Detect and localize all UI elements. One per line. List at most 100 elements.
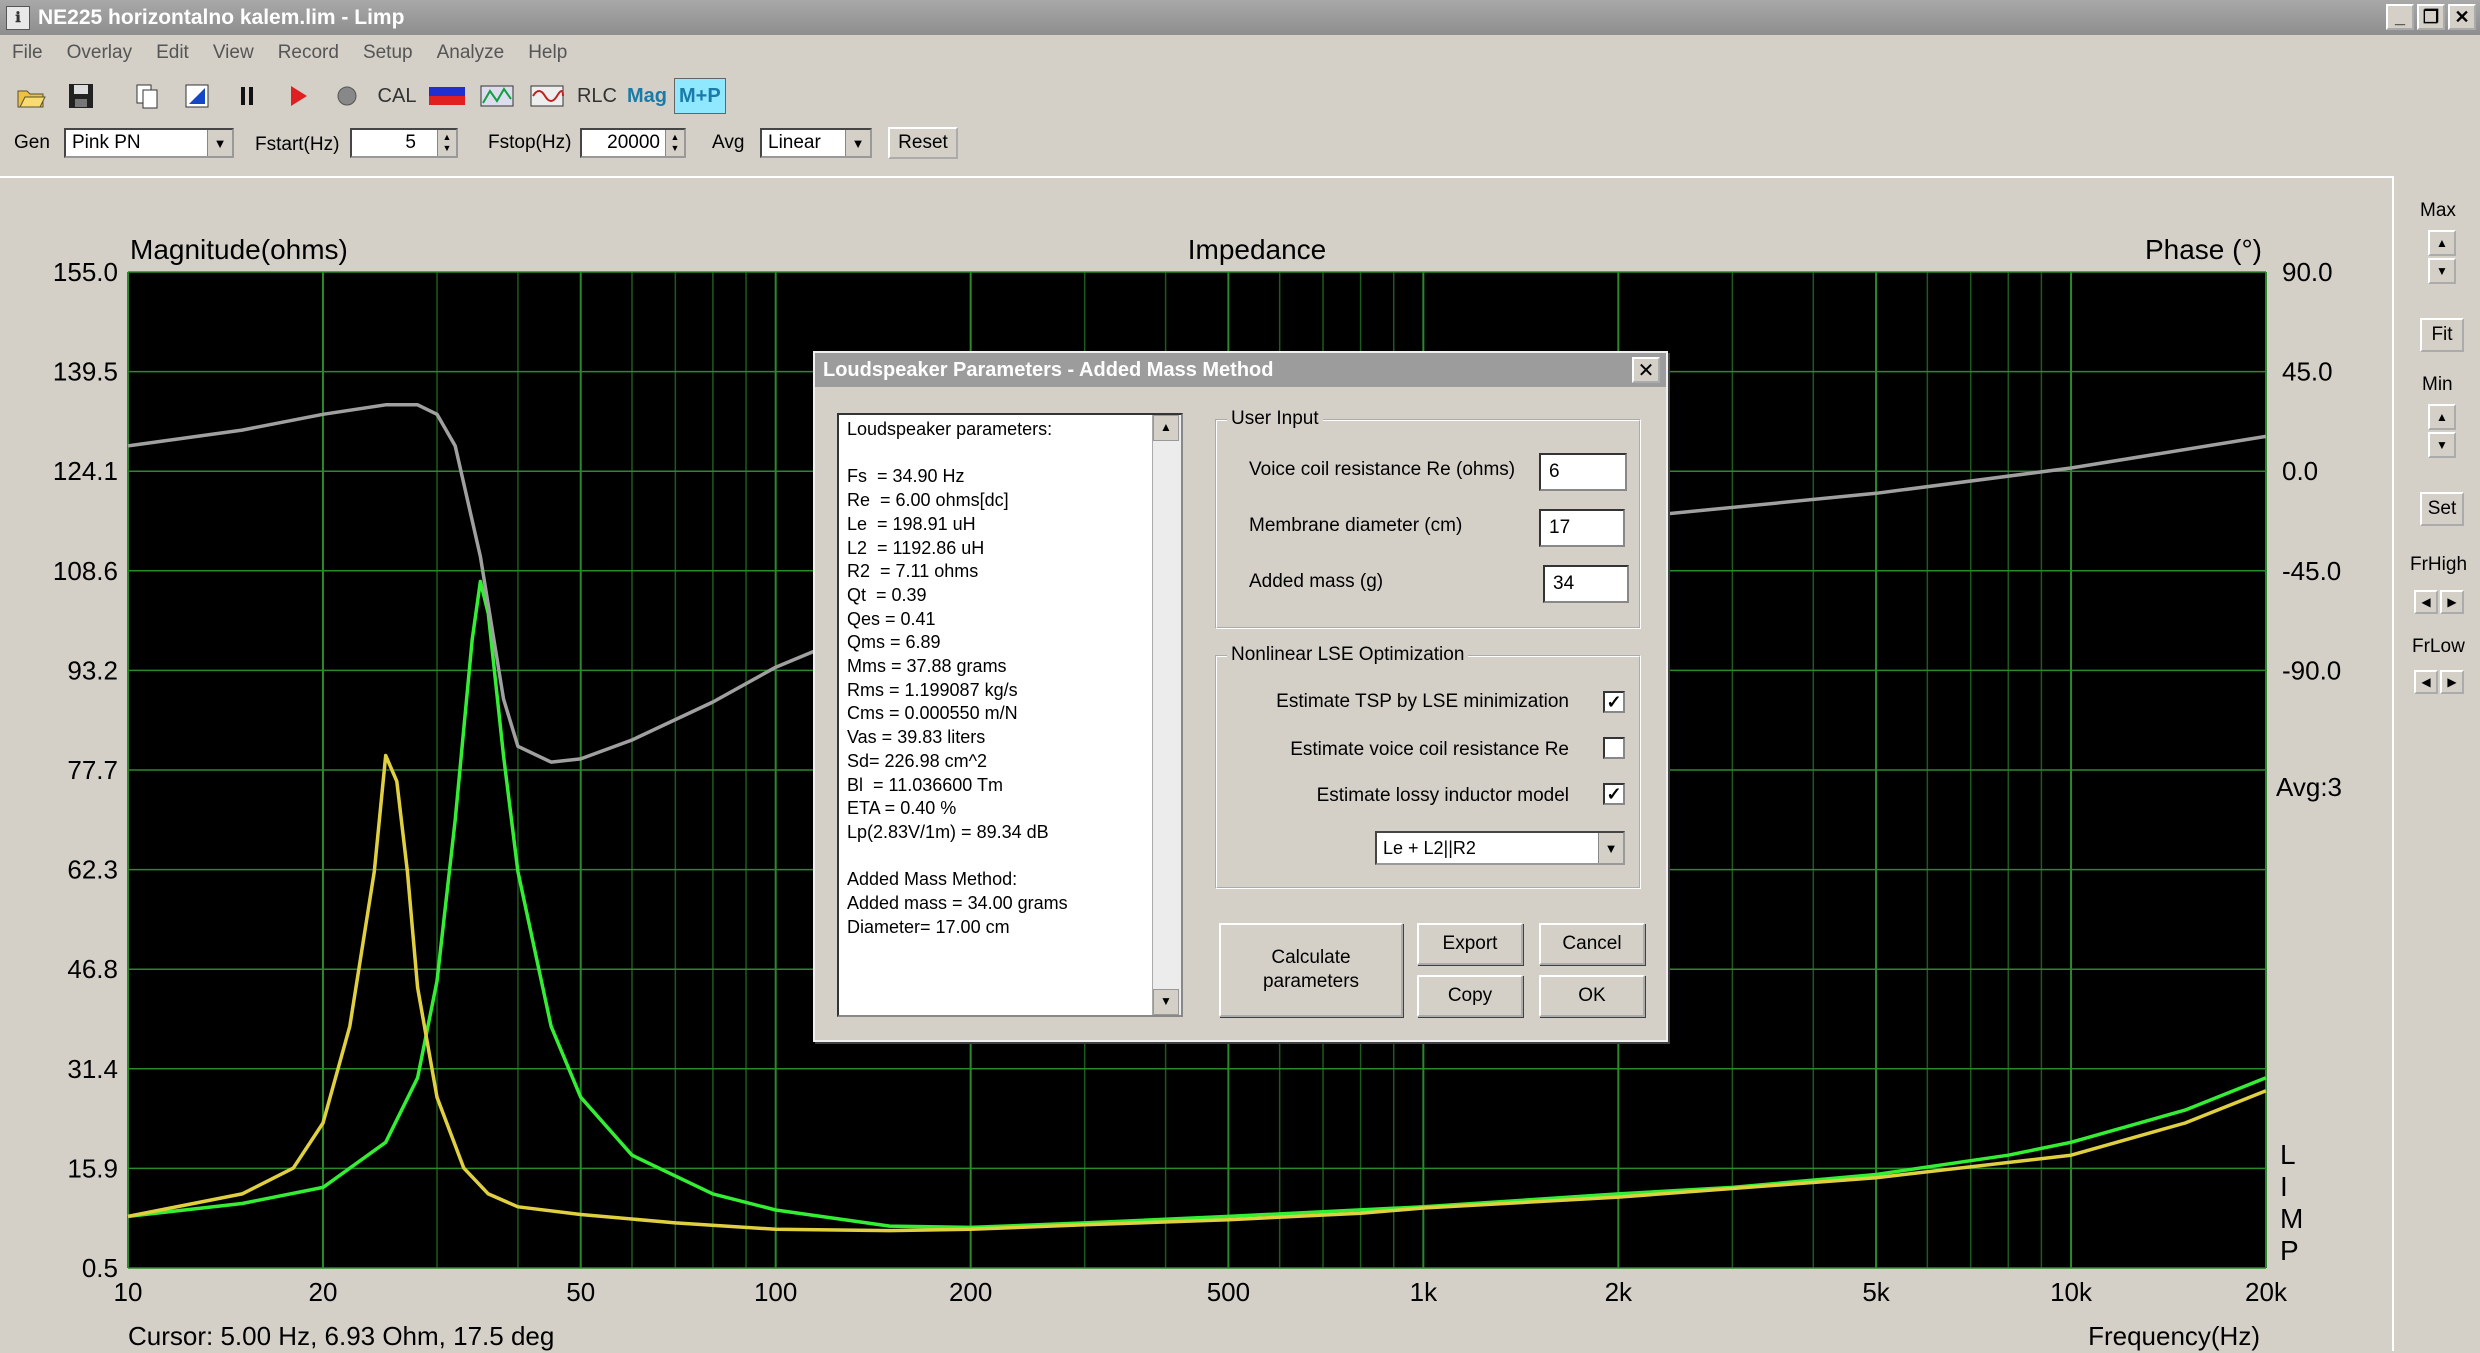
pause-icon[interactable] [224, 78, 270, 114]
result-line: Fs = 34.90 Hz [847, 466, 965, 487]
re-input[interactable]: 6 [1539, 453, 1627, 491]
diameter-input[interactable]: 17 [1539, 509, 1625, 547]
ok-button[interactable]: OK [1539, 975, 1645, 1017]
ok-label: OK [1578, 985, 1606, 1006]
results-scrollbar[interactable]: ▲ ▼ [1152, 415, 1181, 1015]
mag-button[interactable]: Mag [624, 78, 670, 114]
chevron-down-icon[interactable]: ▼ [1598, 833, 1623, 863]
fstop-label: Fstop(Hz) [488, 132, 572, 153]
menu-analyze[interactable]: Analyze [425, 42, 517, 64]
record-icon[interactable] [324, 78, 370, 114]
results-textbox[interactable]: Loudspeaker parameters: Fs = 34.90 Hz Re … [837, 413, 1183, 1017]
dialog-title: Loudspeaker Parameters - Added Mass Meth… [815, 353, 1666, 387]
export-button[interactable]: Export [1417, 923, 1523, 965]
limp-letter: M [2280, 1203, 2303, 1234]
fstart-input[interactable]: 5 ▲ ▼ [350, 128, 458, 158]
menu-record[interactable]: Record [266, 42, 351, 64]
cancel-button[interactable]: Cancel [1539, 923, 1645, 965]
close-button[interactable]: ✕ [2448, 4, 2476, 30]
estimate-lossy-inductor-checkbox[interactable]: ✓ [1603, 783, 1625, 805]
window-title: NE225 horizontalno kalem.lim - Limp [38, 5, 405, 29]
chevron-down-icon[interactable]: ▼ [845, 130, 870, 156]
set-button[interactable]: Set [2420, 492, 2464, 526]
open-folder-icon[interactable] [8, 78, 54, 114]
x-tick-label: 50 [566, 1277, 595, 1307]
menu-overlay[interactable]: Overlay [55, 42, 144, 64]
fit-label: Fit [2431, 324, 2453, 345]
save-icon[interactable] [58, 78, 104, 114]
result-line: Cms = 0.000550 m/N [847, 703, 1018, 724]
x-tick-label: 200 [949, 1277, 992, 1307]
frlow-right-button[interactable]: ▶ [2440, 670, 2464, 694]
scroll-down-icon[interactable]: ▼ [1153, 989, 1179, 1015]
avg-select[interactable]: Linear ▼ [760, 128, 872, 158]
min-up-button[interactable]: ▲ [2428, 404, 2456, 430]
color-bar-icon[interactable] [424, 78, 470, 114]
calculate-parameters-button[interactable]: Calculate parameters [1219, 923, 1403, 1017]
menu-help[interactable]: Help [516, 42, 579, 64]
frhigh-right-button[interactable]: ▶ [2440, 590, 2464, 614]
dialog-close-icon[interactable]: ✕ [1632, 357, 1660, 383]
result-line: Mms = 37.88 grams [847, 656, 1007, 677]
menu-edit[interactable]: Edit [144, 42, 201, 64]
frlow-left-button[interactable]: ◀ [2414, 670, 2438, 694]
scroll-up-icon[interactable]: ▲ [1153, 415, 1179, 441]
result-line: Loudspeaker parameters: [847, 419, 1053, 439]
chevron-down-icon[interactable]: ▼ [207, 130, 232, 156]
max-down-button[interactable]: ▼ [2428, 258, 2456, 284]
x-tick-label: 2k [1605, 1277, 1633, 1307]
cal-label: CAL [377, 84, 417, 107]
inductor-model-select[interactable]: Le + L2||R2 ▼ [1375, 831, 1625, 865]
waveform-icon[interactable] [524, 78, 570, 114]
added-mass-label: Added mass (g) [1249, 571, 1384, 592]
menu-view[interactable]: View [201, 42, 266, 64]
y-tick-label-left: 62.3 [67, 855, 118, 885]
play-icon[interactable] [274, 78, 320, 114]
result-line: L2 = 1192.86 uH [847, 537, 985, 558]
calculate-label: Calculate parameters [1262, 947, 1360, 992]
max-up-button[interactable]: ▲ [2428, 230, 2456, 256]
avg-label: Avg [712, 132, 745, 153]
fit-button[interactable]: Fit [2420, 318, 2464, 352]
copy-button[interactable]: Copy [1417, 975, 1523, 1017]
result-line: Qt = 0.39 [847, 584, 927, 605]
limp-app-icon[interactable]: ℹ [6, 5, 30, 30]
menu-file[interactable]: File [0, 42, 55, 64]
mag-phase-button[interactable]: M+P [674, 78, 726, 114]
estimate-re-checkbox[interactable] [1603, 737, 1625, 759]
min-down-button[interactable]: ▼ [2428, 432, 2456, 458]
spectrum-icon[interactable] [474, 78, 520, 114]
copy-icon[interactable] [124, 78, 170, 114]
frhigh-left-button[interactable]: ◀ [2414, 590, 2438, 614]
fstart-spinner-icon[interactable]: ▲ ▼ [437, 130, 456, 156]
check-icon: ✓ [1606, 692, 1622, 712]
gen-label: Gen [14, 132, 50, 153]
added-mass-input[interactable]: 34 [1543, 565, 1629, 603]
result-line [847, 442, 1181, 466]
y-axis-title-left: Magnitude(ohms) [130, 234, 348, 265]
estimate-tsp-checkbox[interactable]: ✓ [1603, 691, 1625, 713]
mp-label: M+P [679, 84, 721, 107]
menu-setup[interactable]: Setup [351, 42, 425, 64]
copy-label: Copy [1447, 985, 1493, 1006]
reset-button[interactable]: Reset [888, 127, 958, 159]
cal-button[interactable]: CAL [374, 78, 420, 114]
edit-icon[interactable] [174, 78, 220, 114]
gen-select[interactable]: Pink PN ▼ [64, 128, 234, 158]
rlc-button[interactable]: RLC [574, 78, 620, 114]
x-tick-label: 10 [114, 1277, 143, 1307]
inductor-model-value: Le + L2||R2 [1383, 837, 1476, 858]
x-tick-label: 500 [1207, 1277, 1250, 1307]
y-tick-label-left: 124.1 [53, 456, 118, 486]
x-tick-label: 20k [2245, 1277, 2288, 1307]
minimize-button[interactable]: _ [2386, 4, 2414, 30]
fstop-input[interactable]: 20000 ▲ ▼ [580, 128, 686, 158]
result-line: Le = 198.91 uH [847, 513, 976, 534]
diameter-label: Membrane diameter (cm) [1249, 515, 1463, 536]
y-tick-label-left: 155.0 [53, 257, 118, 287]
set-label: Set [2427, 498, 2457, 519]
fstop-spinner-icon[interactable]: ▲ ▼ [665, 130, 684, 156]
restore-button[interactable]: ❐ [2417, 4, 2445, 30]
mag-label: Mag [627, 84, 667, 107]
result-line: Qms = 6.89 [847, 632, 941, 653]
